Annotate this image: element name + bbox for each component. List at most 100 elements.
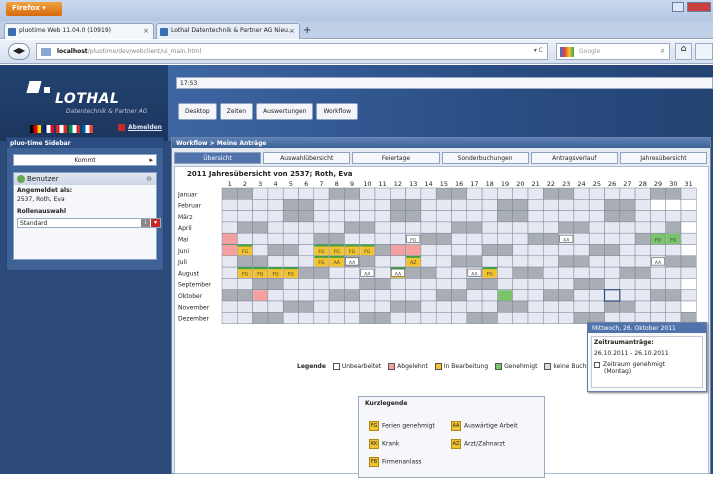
info-icon[interactable]: i <box>141 219 150 227</box>
day-cell <box>604 278 621 290</box>
day-cell <box>588 266 605 279</box>
kommt-button[interactable]: Kommt <box>13 154 157 166</box>
tab-sonderbuchungen[interactable]: Sonderbuchungen <box>441 152 529 164</box>
day-cell <box>451 187 468 200</box>
day-cell <box>634 199 651 211</box>
day-cell <box>344 199 360 211</box>
menu-workflow[interactable]: Workflow <box>316 103 358 120</box>
minimize-icon[interactable] <box>672 2 684 12</box>
day-cell <box>481 210 498 223</box>
close-tab-icon[interactable]: × <box>289 27 295 35</box>
day-cell <box>359 221 376 234</box>
browser-tab-2[interactable]: Lothal Datentechnik & Partner AG Nieu...… <box>156 23 300 39</box>
day-cell <box>466 221 483 234</box>
day-cell <box>282 232 299 245</box>
tab-feiertage[interactable]: Feiertage <box>352 152 440 164</box>
day-cell <box>543 278 559 290</box>
day-cell <box>619 289 636 302</box>
close-tab-icon[interactable]: × <box>143 27 149 35</box>
home-icon[interactable]: ⌂ <box>675 43 692 60</box>
day-cell <box>497 221 513 234</box>
day-cell <box>420 289 437 302</box>
day-cell <box>252 312 269 324</box>
day-cell <box>680 278 697 290</box>
cell-rejected <box>253 290 268 301</box>
day-cell <box>359 255 376 268</box>
tab-bar: pluotime Web 11.04.0 (10919) × Lothal Da… <box>0 21 713 39</box>
flag-it-icon[interactable] <box>69 125 80 133</box>
tab-uebersicht[interactable]: Übersicht <box>174 152 262 164</box>
day-cell <box>221 266 238 279</box>
day-cell <box>252 221 269 234</box>
day-cell <box>267 187 284 200</box>
day-cell <box>374 199 391 211</box>
day-cell <box>588 221 605 234</box>
day-cell <box>665 221 682 234</box>
bookmark-icon[interactable] <box>695 43 713 60</box>
day-cell <box>405 300 422 313</box>
menu-auswertungen[interactable]: Auswertungen <box>256 103 314 120</box>
day-cell <box>344 210 360 223</box>
logo-subtitle: Datentechnik & Partner AG <box>66 108 148 115</box>
role-select[interactable]: Standard i ▾ <box>17 218 161 228</box>
tab-auswahluebersicht[interactable]: Auswahlübersicht <box>263 152 351 164</box>
day-cell <box>665 266 682 279</box>
day-cell <box>558 221 575 234</box>
cell-code: FG <box>242 249 249 255</box>
day-cell <box>298 289 315 302</box>
flag-uk-icon[interactable] <box>43 125 54 133</box>
day-cell <box>313 300 330 313</box>
cell-rejected <box>406 245 421 256</box>
day-cell <box>665 210 682 223</box>
collapse-icon[interactable]: ⊖ <box>146 175 152 183</box>
logout-link[interactable]: Abmelden <box>118 124 162 131</box>
search-input[interactable]: Google ⌕ <box>556 43 670 60</box>
day-cell <box>634 187 651 200</box>
dropdown-icon[interactable]: ▾ <box>151 219 160 227</box>
cell-code: FG <box>410 238 417 244</box>
tab-jahresuebersicht[interactable]: Jahresübersicht <box>619 152 708 164</box>
day-cell <box>313 199 330 211</box>
close-icon[interactable] <box>687 2 711 12</box>
menu-zeiten[interactable]: Zeiten <box>219 103 254 120</box>
reload-icon[interactable]: ▾ C <box>534 47 543 54</box>
menu-desktop[interactable]: Desktop <box>178 103 217 120</box>
firefox-menu-button[interactable]: Firefox ▾ <box>6 2 62 16</box>
day-cell <box>466 255 483 268</box>
cell-approved-bar <box>237 267 253 270</box>
legend: Legende Unbearbeitet Abgelehnt In Bearbe… <box>297 363 598 370</box>
user-box-title: Benutzer <box>27 175 59 183</box>
day-cell <box>634 289 651 302</box>
checkbox-icon[interactable] <box>594 361 600 368</box>
day-cell <box>512 210 529 223</box>
browser-tab-1[interactable]: pluotime Web 11.04.0 (10919) × <box>4 23 154 39</box>
new-tab-icon[interactable]: + <box>303 25 311 36</box>
day-cell <box>650 244 666 257</box>
day-cell <box>665 187 682 200</box>
day-cell <box>221 221 238 234</box>
day-cell <box>481 232 498 245</box>
day-cell <box>237 199 253 211</box>
day-cell <box>221 289 238 302</box>
sidebar: pluo-time Sidebar Kommt Benutzer ⊖ Angem… <box>6 137 164 271</box>
month-label: Juli <box>177 259 187 266</box>
day-cell <box>604 244 621 257</box>
flag-fr-icon[interactable] <box>82 125 93 133</box>
day-cell <box>558 278 575 290</box>
back-forward-icon[interactable]: ◀▶ <box>8 43 30 60</box>
tab-antragsverlauf[interactable]: Antragsverlauf <box>530 152 618 164</box>
flag-ch-icon[interactable] <box>56 125 67 133</box>
day-cell <box>390 300 406 313</box>
search-icon[interactable]: ⌕ <box>661 46 665 56</box>
day-cell <box>282 278 299 290</box>
legend-genehmigt: Genehmigt <box>495 363 537 370</box>
url-bar[interactable]: localhost/pluotime/dev/webclient/ui_main… <box>36 43 548 60</box>
flag-de-icon[interactable] <box>30 125 41 133</box>
cell-code: AZ <box>410 260 416 266</box>
cell-code: FG <box>655 238 662 244</box>
day-cell <box>604 255 621 268</box>
day-header: 10 <box>363 180 371 188</box>
day-cell <box>573 244 590 257</box>
day-cell <box>680 255 697 268</box>
day-cell <box>665 244 682 257</box>
